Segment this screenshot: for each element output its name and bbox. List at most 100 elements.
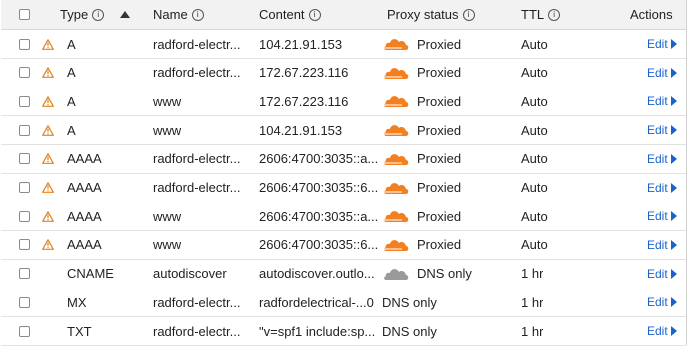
warning-icon[interactable] [42, 174, 54, 202]
info-icon[interactable]: i [191, 8, 204, 21]
info-icon[interactable]: i [548, 8, 561, 21]
edit-button[interactable]: Edit [647, 30, 677, 58]
row-checkbox[interactable] [19, 325, 30, 337]
record-type: AAAA [67, 151, 102, 167]
info-icon[interactable]: i [92, 8, 105, 21]
caret-right-icon [670, 182, 677, 193]
warning-icon[interactable] [42, 202, 54, 230]
column-header-name-label: Name [153, 7, 188, 22]
edit-button[interactable]: Edit [647, 87, 677, 115]
warning-icon[interactable] [42, 87, 54, 115]
table-row[interactable]: TXT radford-electr... "v=spf1 include:sp..… [1, 317, 686, 346]
edit-button-label: Edit [647, 151, 668, 166]
row-checkbox[interactable] [19, 239, 30, 251]
record-type: AAAA [67, 180, 102, 195]
row-checkbox-cell[interactable] [19, 87, 30, 115]
edit-button[interactable]: Edit [647, 116, 677, 144]
table-row[interactable]: Awww 172.67.223.116 Proxied Auto Edit [1, 87, 686, 117]
table-row[interactable]: Aradford-electr... 104.21.91.153 Proxied Au… [1, 30, 686, 59]
table-row[interactable]: Aradford-electr... 172.67.223.116 Proxied A… [1, 58, 686, 88]
warning-icon[interactable] [42, 145, 54, 173]
row-checkbox[interactable] [19, 296, 30, 308]
info-icon[interactable]: i [462, 8, 475, 21]
select-all-checkbox[interactable] [19, 9, 30, 20]
row-checkbox-cell[interactable] [19, 288, 30, 316]
caret-right-icon [670, 326, 677, 336]
row-checkbox[interactable] [19, 38, 30, 50]
row-checkbox[interactable] [19, 153, 30, 165]
edit-button-label: Edit [647, 295, 668, 310]
row-checkbox-cell[interactable] [19, 116, 30, 144]
record-name: www [153, 122, 182, 138]
record-type: MX [67, 294, 87, 310]
record-content: "v=spf1 include:sp... [259, 323, 376, 339]
row-checkbox-cell[interactable] [19, 260, 30, 288]
warning-icon[interactable] [42, 231, 54, 259]
row-checkbox-cell[interactable] [19, 30, 30, 58]
info-icon[interactable]: i [308, 8, 321, 21]
table-row[interactable]: AAAA radford-electr... 2606:4700:3035::6..… [1, 173, 686, 203]
table-row[interactable]: Awww 104.21.91.153 Proxied Auto Edit [1, 116, 686, 146]
record-type: CNAME [67, 266, 114, 282]
edit-button-label: Edit [647, 209, 668, 224]
row-checkbox-cell[interactable] [19, 202, 30, 230]
edit-button[interactable]: Edit [647, 59, 677, 87]
select-all-checkbox-cell[interactable] [19, 0, 30, 29]
table-row[interactable]: AAAA radford-electr... 2606:4700:3035::a..… [1, 144, 686, 174]
column-header-type[interactable]: Type i [60, 0, 105, 29]
proxied-cloud-icon [382, 59, 410, 87]
edit-button-label: Edit [647, 266, 668, 281]
column-header-name[interactable]: Name i [153, 0, 204, 29]
edit-button[interactable]: Edit [647, 174, 677, 202]
record-name: radford-electr... [153, 151, 241, 167]
record-ttl: 1 hr [521, 323, 544, 339]
record-name: radford-electr... [153, 294, 241, 310]
edit-button[interactable]: Edit [647, 260, 677, 288]
edit-button[interactable]: Edit [647, 202, 677, 230]
table-row[interactable]: AAAA www 2606:4700:3035::a... Proxied Auto Ed… [1, 202, 686, 232]
row-checkbox[interactable] [19, 95, 30, 107]
proxied-cloud-icon [382, 231, 410, 259]
proxy-status: Proxied [417, 180, 462, 195]
row-checkbox[interactable] [19, 268, 30, 280]
edit-button-label: Edit [647, 65, 668, 80]
edit-button-label: Edit [647, 37, 668, 51]
table-row[interactable]: MX radford-electr... radfordelectrical-...… [1, 288, 686, 318]
column-header-actions-label: Actions [630, 7, 673, 22]
table-row[interactable]: CNAME autodiscover autodiscover.outlo... DN… [1, 259, 686, 289]
record-content: 2606:4700:3035::a... [259, 151, 379, 167]
row-checkbox-cell[interactable] [19, 59, 30, 87]
column-header-content-label: Content [259, 7, 305, 22]
row-checkbox-cell[interactable] [19, 317, 30, 345]
table-row[interactable]: AAAA www 2606:4700:3035::6... Proxied Auto Ed… [1, 230, 686, 260]
column-header-proxy-status[interactable]: Proxy status i [387, 0, 475, 29]
proxy-status: Proxied [417, 122, 462, 138]
record-type: AAAA [67, 208, 102, 224]
row-checkbox[interactable] [19, 182, 30, 193]
row-checkbox[interactable] [19, 124, 30, 136]
edit-button[interactable]: Edit [647, 231, 677, 259]
caret-right-icon [670, 297, 677, 308]
edit-button[interactable]: Edit [647, 317, 677, 345]
warning-icon[interactable] [42, 59, 54, 87]
column-header-ttl-label: TTL [521, 7, 545, 22]
edit-button[interactable]: Edit [647, 288, 677, 316]
record-type: AAAA [67, 237, 102, 253]
record-type: A [67, 65, 76, 81]
warning-icon[interactable] [42, 116, 54, 144]
proxied-cloud-icon [382, 87, 410, 115]
column-header-ttl[interactable]: TTL i [521, 0, 561, 29]
proxy-status: Proxied [417, 151, 462, 167]
row-checkbox-cell[interactable] [19, 145, 30, 173]
row-checkbox-cell[interactable] [19, 231, 30, 259]
row-checkbox[interactable] [19, 67, 30, 79]
column-header-actions: Actions [630, 0, 673, 29]
edit-button[interactable]: Edit [647, 145, 677, 173]
warning-icon[interactable] [42, 30, 54, 58]
column-header-content[interactable]: Content i [259, 0, 321, 29]
row-checkbox[interactable] [19, 210, 30, 222]
record-ttl: Auto [521, 151, 548, 167]
edit-button-label: Edit [647, 324, 668, 338]
row-checkbox-cell[interactable] [19, 174, 30, 202]
sort-ascending-icon[interactable] [120, 0, 130, 29]
